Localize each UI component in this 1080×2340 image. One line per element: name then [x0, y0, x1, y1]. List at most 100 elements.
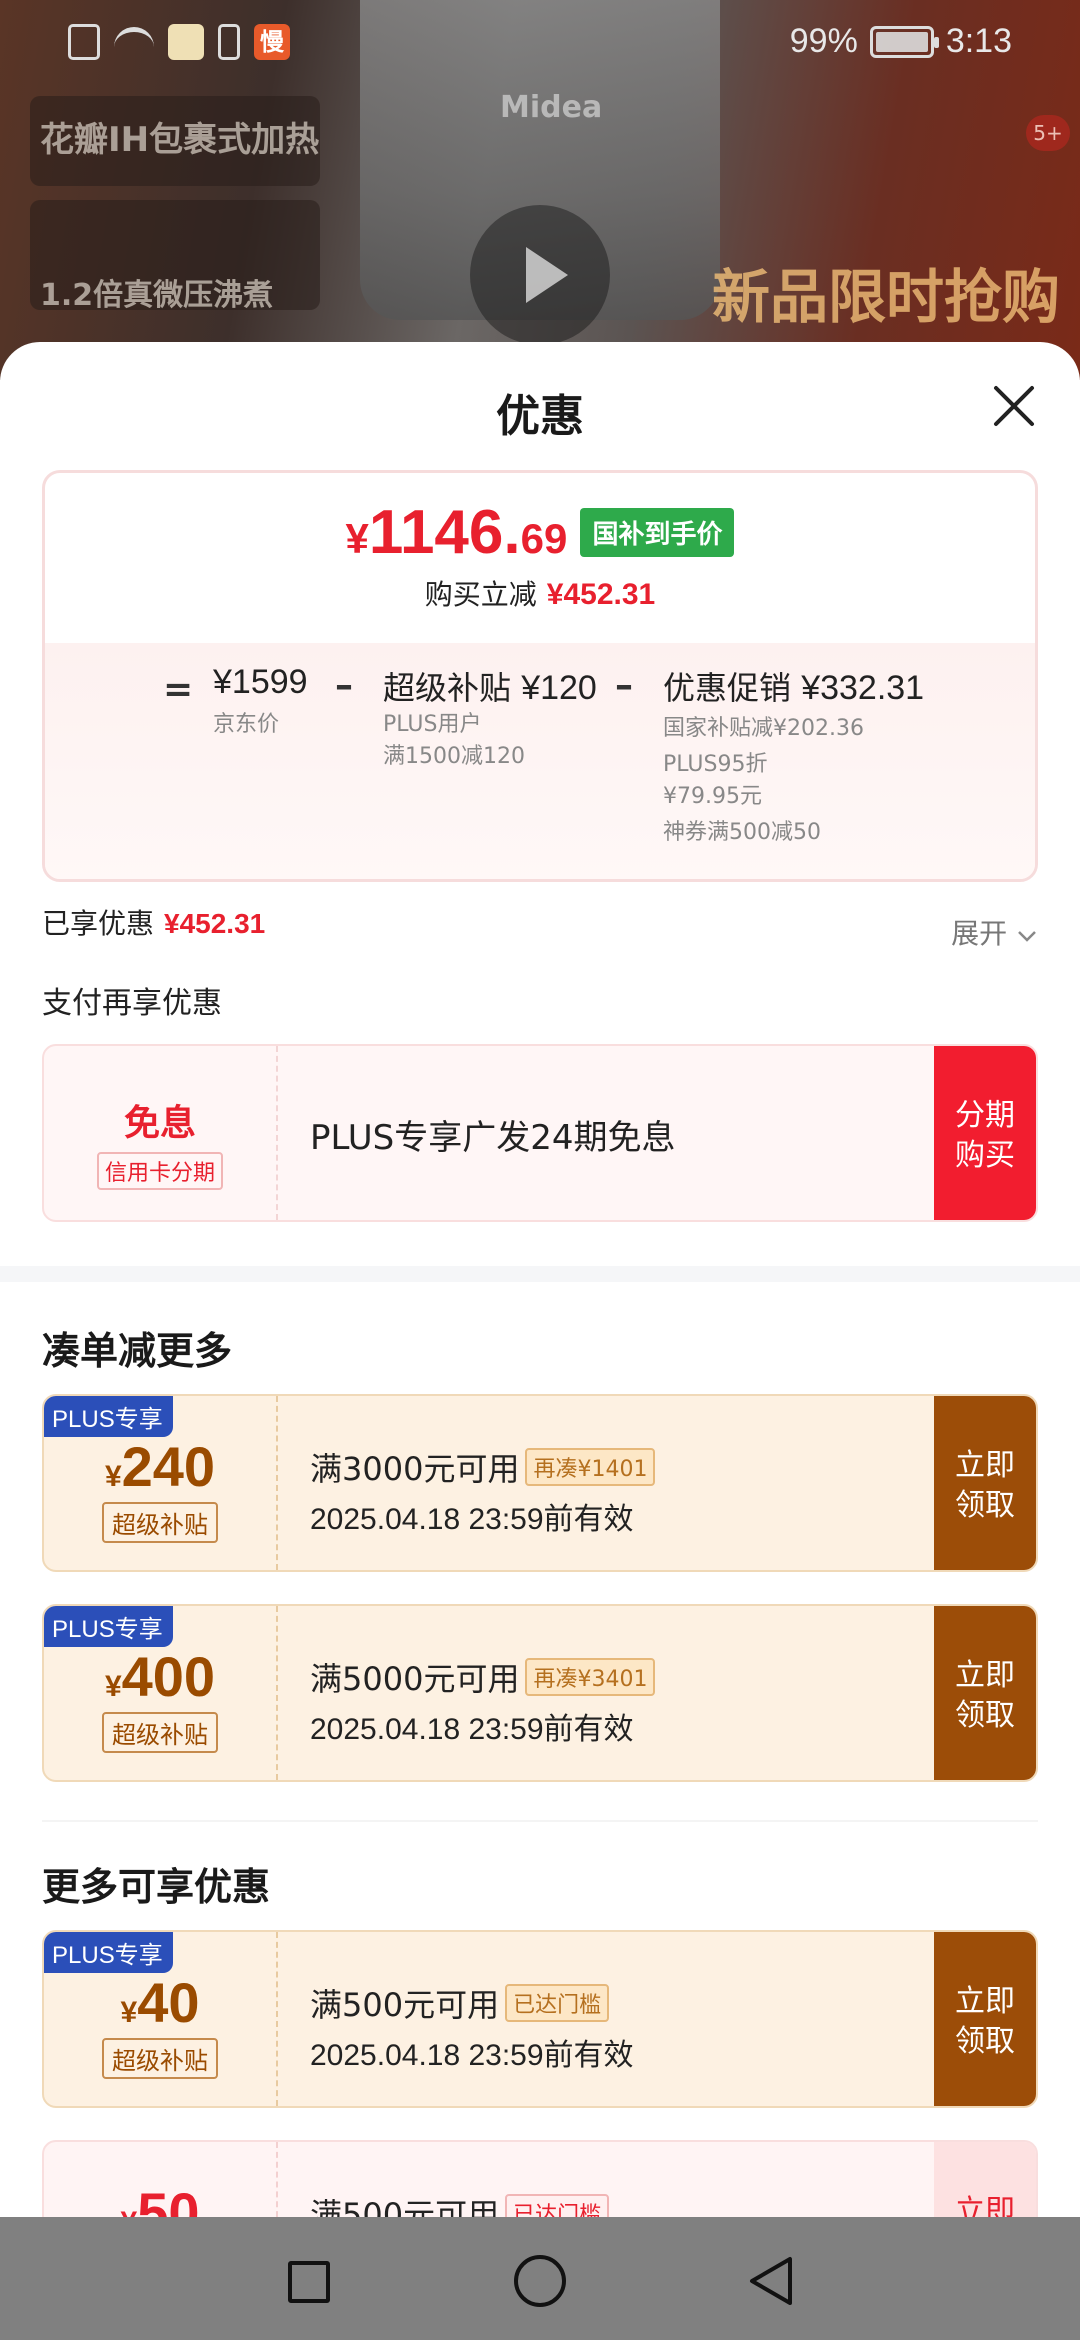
coupon-card: ¥240 超级补贴 PLUS专享 满3000元可用 再凑¥1401 2025.04… — [42, 1394, 1038, 1572]
claim-label: 领取 — [955, 1488, 1015, 1523]
coupon-valid-date: 2025.04.18 23:59前有效 — [310, 1503, 634, 1536]
section-title-extra: 更多可享优惠 — [42, 1865, 271, 1909]
coupon-condition: 满500元可用 已达门槛 — [310, 1980, 610, 2026]
super-subsidy-note: PLUS用户 满1500减120 — [383, 709, 525, 773]
installment-buy-button[interactable]: 分期 购买 — [934, 1046, 1036, 1220]
subsidy-tag: 国补到手价 — [580, 508, 735, 557]
plus-exclusive-tag: PLUS专享 — [44, 1606, 173, 1647]
coupon-type-label: 超级补贴 — [102, 1712, 218, 1753]
section-divider — [0, 1266, 1080, 1282]
play-icon — [470, 205, 610, 345]
claim-label: 领取 — [955, 1698, 1015, 1733]
jd-price: ¥1599 — [213, 663, 308, 702]
coupon-amount-value: 50 — [137, 2181, 200, 2217]
sheet-title: 优惠 — [496, 391, 584, 442]
battery-percent: 99% — [789, 22, 858, 60]
coupon-card: ¥400 超级补贴 PLUS专享 满5000元可用 再凑¥3401 2025.04… — [42, 1604, 1038, 1782]
coupon-threshold-pill: 已达门槛 — [505, 2194, 610, 2217]
coupon-card: ¥40 超级补贴 PLUS专享 满500元可用 已达门槛 2025.04.18 2… — [42, 1930, 1038, 2108]
claim-coupon-button[interactable]: 立即 领取 — [934, 1932, 1036, 2106]
coupon-condition-text: 满500元可用 — [310, 1986, 500, 2024]
jd-price-amount: ¥1599 — [213, 663, 308, 701]
coupon-type-label: 超级补贴 — [102, 1502, 218, 1543]
coupon-gap-pill: 再凑¥1401 — [525, 1448, 656, 1486]
minus-sign: – — [615, 665, 633, 706]
minus-sign: – — [335, 665, 353, 706]
installment-badge: 免息 信用卡分期 — [44, 1046, 278, 1220]
coupon-threshold-pill: 已达门槛 — [505, 1984, 610, 2022]
coupon-valid-date: 2025.04.18 23:59前有效 — [310, 2039, 634, 2072]
plus-exclusive-tag: PLUS专享 — [44, 1396, 173, 1437]
promo-discount: 优惠促销 ¥332.31 — [663, 663, 924, 709]
coupon-condition: 满5000元可用 再凑¥3401 — [310, 1654, 656, 1700]
coupon-type-label: 超级补贴 — [102, 2038, 218, 2079]
coupon-condition-text: 满3000元可用 — [310, 1450, 520, 1488]
coupon-value-area: ¥50 — [44, 2142, 278, 2217]
expand-button[interactable]: 展开 — [951, 912, 1038, 952]
clock: 3:13 — [945, 22, 1012, 60]
price-summary-box: ¥1146.69 国补到手价 购买立减 ¥452.31 = ¥1599 京东价 –… — [42, 470, 1038, 882]
system-navigation-bar — [0, 2217, 1080, 2340]
coupon-currency: ¥ — [120, 1996, 138, 2029]
super-subsidy: 超级补贴 ¥120 — [383, 663, 597, 709]
promo-amount: ¥332.31 — [801, 669, 925, 707]
section-title-more: 凑单减更多 — [42, 1329, 233, 1373]
coupon-currency: ¥ — [104, 1460, 122, 1493]
background-badge: 5+ — [1026, 115, 1070, 151]
installment-card[interactable]: 免息 信用卡分期 PLUS专享广发24期免息 分期 购买 — [42, 1044, 1038, 1222]
app-notification-icon: 慢 — [254, 24, 290, 60]
super-subsidy-note-line: 满1500减120 — [383, 744, 525, 769]
equals-sign: = — [163, 669, 194, 710]
enjoyed-discount: 已享优惠 ¥452.31 — [42, 902, 265, 942]
coupon-amount: ¥50 — [44, 2180, 276, 2217]
final-price-decimal: 69 — [520, 515, 568, 562]
super-subsidy-amount: ¥120 — [521, 669, 597, 707]
promo-note-line: PLUS95折 — [663, 752, 768, 777]
triangle-back-icon[interactable] — [748, 2255, 794, 2307]
installment-buy-label: 分期 — [955, 1098, 1015, 1133]
circle-icon[interactable] — [514, 2255, 566, 2307]
coupon-card: ¥50 满500元可用已达门槛 立即 — [42, 2140, 1038, 2217]
coupon-amount-value: 40 — [137, 1971, 200, 2034]
coupon-currency: ¥ — [104, 1670, 122, 1703]
coupon-gap-pill: 再凑¥3401 — [525, 1658, 656, 1696]
claim-label: 立即 — [955, 1984, 1015, 2019]
installment-buy-label: 购买 — [955, 1138, 1015, 1173]
chevron-down-icon — [1018, 931, 1036, 942]
coupon-condition-text: 满5000元可用 — [310, 1660, 520, 1698]
background-feature-text: 花瓣IH包裹式加热 — [40, 120, 320, 160]
plus-exclusive-tag: PLUS专享 — [44, 1932, 173, 1973]
coupon-amount: ¥400 — [44, 1644, 276, 1709]
claim-coupon-button[interactable]: 立即 领取 — [934, 1396, 1036, 1570]
enjoyed-amount: ¥452.31 — [164, 908, 266, 939]
interest-free-label: 免息 — [123, 1103, 196, 1144]
final-price-integer: 1146. — [368, 498, 521, 567]
coupon-condition: 满3000元可用 再凑¥1401 — [310, 1444, 656, 1490]
promo-notes: 国家补贴减¥202.36 PLUS95折 ¥79.95元 神券满500减50 — [663, 709, 864, 853]
super-subsidy-label: 超级补贴 — [383, 669, 512, 707]
coupon-amount-value: 240 — [121, 1435, 216, 1498]
background-feature-text: 1.2倍真微压沸煮 — [40, 278, 274, 313]
instant-discount: 购买立减 ¥452.31 — [45, 573, 1035, 613]
coupon-amount: ¥40 — [44, 1970, 276, 2035]
section-divider — [42, 1820, 1038, 1822]
claim-coupon-button[interactable]: 立即 — [934, 2142, 1036, 2217]
jd-price-label: 京东价 — [213, 712, 280, 737]
background-promo-text: 新品限时抢购 — [711, 263, 1060, 331]
currency-symbol: ¥ — [345, 515, 369, 562]
expand-label: 展开 — [951, 917, 1008, 950]
coupon-valid-date: 2025.04.18 23:59前有效 — [310, 1713, 634, 1746]
coupon-condition: 满500元可用 已达门槛 — [310, 2190, 610, 2217]
promo-label: 优惠促销 — [663, 669, 792, 707]
coupon-type: 超级补贴 — [44, 1712, 276, 1753]
promo-note-line: ¥79.95元 — [663, 784, 762, 809]
wifi-icon — [114, 27, 154, 57]
claim-coupon-button[interactable]: 立即 领取 — [934, 1606, 1036, 1780]
coupon-type: 超级补贴 — [44, 1502, 276, 1543]
battery-icon — [869, 25, 939, 58]
close-icon[interactable] — [988, 380, 1040, 432]
promo-note-line: 国家补贴减¥202.36 — [663, 716, 864, 741]
final-price: ¥1146.69 国补到手价 — [45, 497, 1035, 568]
square-icon[interactable] — [288, 2261, 330, 2303]
alert-icon — [68, 24, 100, 60]
